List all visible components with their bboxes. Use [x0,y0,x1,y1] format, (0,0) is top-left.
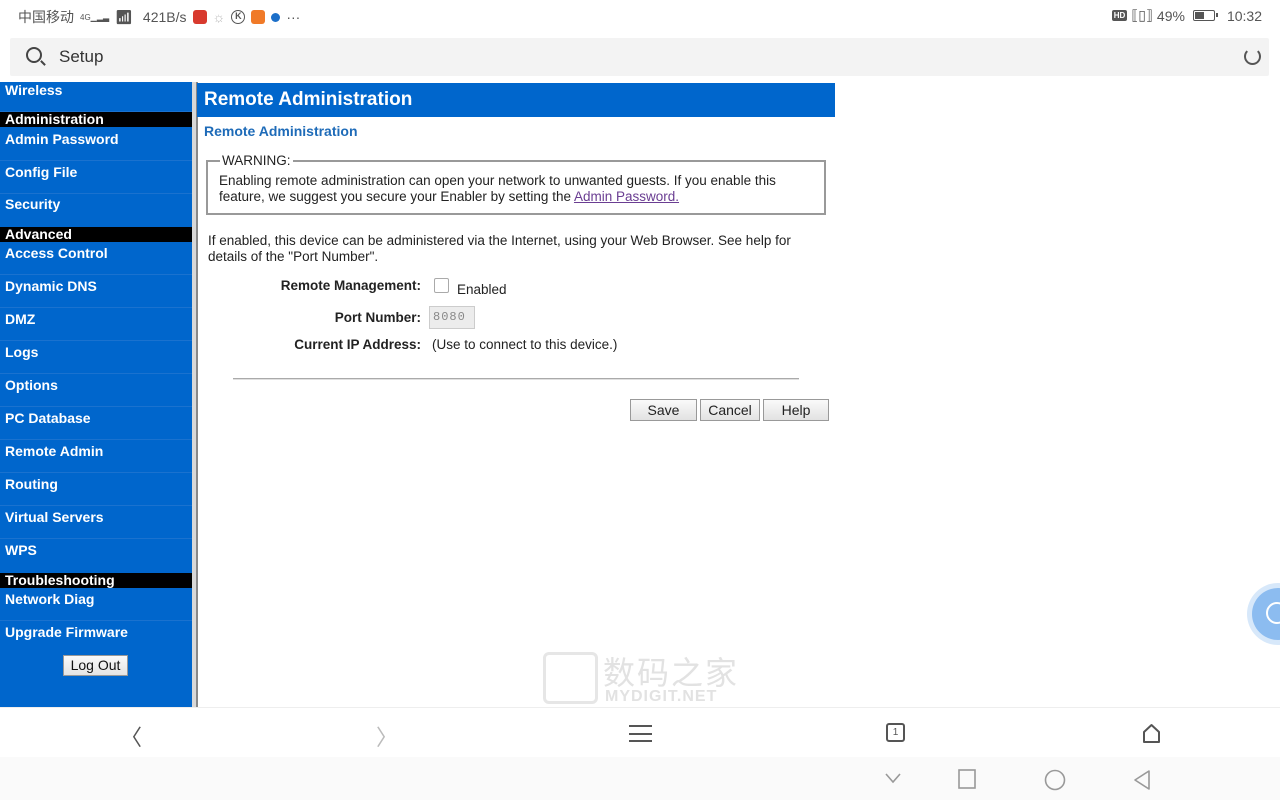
system-nav-bar [0,757,1280,800]
port-number-input[interactable]: 8080 [429,306,475,329]
sidebar-item-remote-admin[interactable]: Remote Admin [5,443,103,459]
logout-button[interactable]: Log Out [63,655,128,676]
sidebar-item-logs[interactable]: Logs [5,344,38,360]
orange-app-icon [251,10,266,24]
page-title: Remote Administration [197,83,835,117]
address-bar[interactable]: Setup [10,38,1269,76]
back-nav-icon[interactable] [1132,769,1152,791]
nav-divider [0,160,192,161]
sidebar-item-security[interactable]: Security [5,196,60,212]
home-icon[interactable] [1141,723,1162,744]
nav-divider [0,472,192,473]
nav-divider [0,538,192,539]
clock: 10:32 [1226,7,1262,24]
more-notifications-icon: ··· [286,9,301,25]
remote-management-checkbox[interactable] [434,278,449,293]
sidebar-item-config-file[interactable]: Config File [5,164,77,180]
address-text[interactable]: Setup [59,47,103,67]
sidebar-section-troubleshooting: Troubleshooting [0,573,192,588]
nav-divider [0,340,192,341]
network-type: 4G [80,12,91,22]
warning-legend: WARNING: [220,153,293,168]
home-nav-icon[interactable] [1044,769,1066,791]
sidebar-item-upgrade-firmware[interactable]: Upgrade Firmware [5,624,128,640]
menu-icon[interactable] [629,725,652,742]
save-button[interactable]: Save [630,399,697,421]
sidebar-item-pc-database[interactable]: PC Database [5,410,91,426]
sidebar-item-dmz[interactable]: DMZ [5,311,35,327]
recorder-app-icon [192,10,207,24]
sidebar-item-options[interactable]: Options [5,377,58,393]
admin-password-link[interactable]: Admin Password. [574,189,679,204]
nav-divider [0,620,192,621]
blue-app-icon [271,12,281,22]
back-icon[interactable]: 〈 [120,720,142,752]
wifi-icon: 📶︎ [115,8,133,25]
reload-icon[interactable] [1244,48,1261,65]
nav-divider [0,505,192,506]
nav-divider [0,193,192,194]
warning-fieldset: WARNING: Enabling remote administration … [206,153,826,215]
frame-divider[interactable] [192,82,198,707]
sidebar-item-virtual-servers[interactable]: Virtual Servers [5,509,104,525]
watermark-en: MYDIGIT.NET [605,688,718,705]
network-speed: 421B/s [142,9,187,25]
brightness-icon: ☼ [212,9,226,25]
intro-text: If enabled, this device can be administe… [208,233,791,264]
carrier-name: 中国移动 [18,9,74,25]
status-bar: 中国移动 4G▁▂▃ 📶︎ 421B/s ☼ K ··· HD ⟦▯⟧ 49% … [0,0,1280,32]
nav-divider [0,274,192,275]
recent-apps-icon[interactable] [958,769,976,789]
warning-text: Enabling remote administration can open … [219,173,819,205]
current-ip-note: (Use to connect to this device.) [432,337,618,352]
section-subtitle: Remote Administration [204,123,358,139]
sidebar-item-network-diag[interactable]: Network Diag [5,591,94,607]
browser-toolbar: 〈 〉 1 [0,707,1280,757]
port-number-label: Port Number: [334,310,421,325]
help-button[interactable]: Help [763,399,829,421]
warning-message: Enabling remote administration can open … [219,173,776,204]
k-app-icon: K [231,10,246,24]
remote-management-label: Remote Management: [280,278,421,293]
nav-divider [0,373,192,374]
nav-divider [0,406,192,407]
hd-voice-icon: HD [1111,10,1128,21]
sidebar-item-admin-password[interactable]: Admin Password [5,131,119,147]
sidebar-item-routing[interactable]: Routing [5,476,58,492]
signal-icon: 4G▁▂▃ [80,12,110,22]
battery-icon [1192,10,1218,21]
floating-assistant-button[interactable] [1252,588,1280,640]
sidebar-item-access-control[interactable]: Access Control [5,245,108,261]
sidebar-item-dynamic-dns[interactable]: Dynamic DNS [5,278,97,294]
battery-percent: 49% [1156,7,1185,24]
search-icon [26,47,42,63]
nav-divider [0,307,192,308]
watermark-logo-icon [543,652,598,704]
hide-nav-icon[interactable] [884,772,902,784]
vibrate-icon: ⟦▯⟧ [1131,7,1153,23]
sidebar-section-administration: Administration [0,112,192,127]
sidebar-item-wps[interactable]: WPS [5,542,37,558]
tabs-icon[interactable]: 1 [886,723,905,742]
sidebar-item-wireless[interactable]: Wireless [5,82,62,98]
sidebar-nav: Wireless Administration Admin Password C… [0,82,192,707]
form-divider [233,378,799,380]
forward-icon[interactable]: 〉 [376,720,398,752]
nav-divider [0,439,192,440]
sidebar-section-advanced: Advanced [0,227,192,242]
cancel-button[interactable]: Cancel [700,399,760,421]
current-ip-label: Current IP Address: [294,337,421,352]
enabled-label[interactable]: Enabled [457,282,507,297]
